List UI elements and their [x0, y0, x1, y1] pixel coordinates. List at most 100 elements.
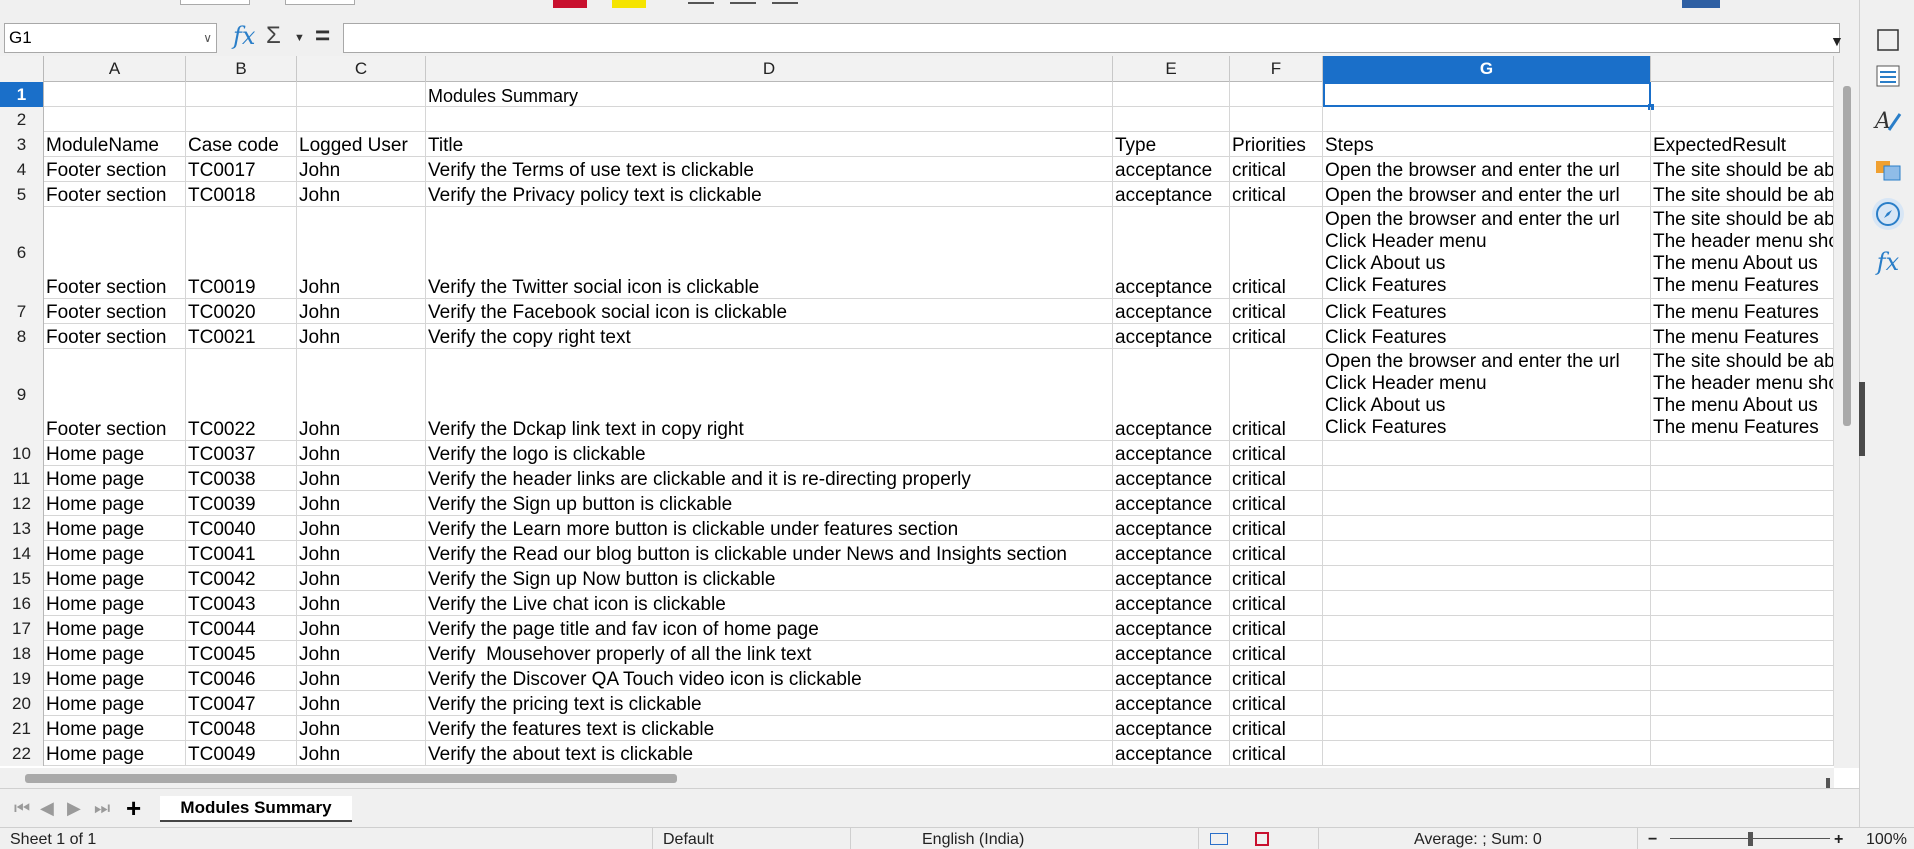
cell-c18[interactable]: John	[297, 641, 426, 666]
cell-b20[interactable]: TC0047	[186, 691, 297, 716]
cell-e2[interactable]	[1113, 107, 1230, 132]
name-box[interactable]: G1 ∨	[4, 23, 217, 53]
cell-d16[interactable]: Verify the Live chat icon is clickable	[426, 591, 1113, 616]
cell-c19[interactable]: John	[297, 666, 426, 691]
cell-d14[interactable]: Verify the Read our blog button is click…	[426, 541, 1113, 566]
cell-b16[interactable]: TC0043	[186, 591, 297, 616]
scroll-thumb[interactable]	[1843, 86, 1851, 426]
cell-f10[interactable]: critical	[1230, 441, 1323, 466]
cell-a20[interactable]: Home page	[44, 691, 186, 716]
cell-f16[interactable]: critical	[1230, 591, 1323, 616]
row-header[interactable]: 7	[0, 299, 44, 324]
cell-e3[interactable]: Type	[1113, 132, 1230, 157]
cell-g3[interactable]: Steps	[1323, 132, 1651, 157]
cell-f19[interactable]: critical	[1230, 666, 1323, 691]
zoom-level[interactable]: 100%	[1866, 831, 1907, 849]
cell-h16[interactable]	[1651, 591, 1834, 616]
cell-c8[interactable]: John	[297, 324, 426, 349]
cell-f4[interactable]: critical	[1230, 157, 1323, 182]
cell-b10[interactable]: TC0037	[186, 441, 297, 466]
row-header[interactable]: 20	[0, 691, 44, 716]
column-header-g[interactable]: G	[1323, 56, 1651, 82]
cell-h8[interactable]: The menu Features	[1651, 324, 1834, 349]
cell-f20[interactable]: critical	[1230, 691, 1323, 716]
cell-c2[interactable]	[297, 107, 426, 132]
cell-e6[interactable]: acceptance	[1113, 207, 1230, 299]
cell-e11[interactable]: acceptance	[1113, 466, 1230, 491]
cell-b3[interactable]: Case code	[186, 132, 297, 157]
cell-d21[interactable]: Verify the features text is clickable	[426, 716, 1113, 741]
cell-a6[interactable]: Footer section	[44, 207, 186, 299]
expand-formula-icon[interactable]: ▼	[1830, 33, 1844, 49]
cell-b8[interactable]: TC0021	[186, 324, 297, 349]
cell-b11[interactable]: TC0038	[186, 466, 297, 491]
cell-e4[interactable]: acceptance	[1113, 157, 1230, 182]
cell-b7[interactable]: TC0020	[186, 299, 297, 324]
cell-f8[interactable]: critical	[1230, 324, 1323, 349]
cell-e19[interactable]: acceptance	[1113, 666, 1230, 691]
row-header[interactable]: 8	[0, 324, 44, 349]
cell-g15[interactable]	[1323, 566, 1651, 591]
styles-icon[interactable]: A	[1872, 105, 1904, 137]
zoom-out-icon[interactable]: −	[1648, 831, 1657, 849]
column-header-h[interactable]	[1651, 56, 1834, 82]
cell-g22[interactable]	[1323, 741, 1651, 766]
cell-a16[interactable]: Home page	[44, 591, 186, 616]
chevron-down-icon[interactable]: ▼	[294, 32, 305, 44]
align-right-icon[interactable]	[772, 0, 798, 4]
cell-a3[interactable]: ModuleName	[44, 132, 186, 157]
first-sheet-icon[interactable]: ⏮	[14, 798, 30, 819]
formula-icon[interactable]: =	[315, 20, 330, 51]
column-header-f[interactable]: F	[1230, 56, 1323, 82]
cell-c1[interactable]	[297, 82, 426, 107]
chevron-down-icon[interactable]: ∨	[203, 24, 212, 52]
cell-d17[interactable]: Verify the page title and fav icon of ho…	[426, 616, 1113, 641]
cell-c5[interactable]: John	[297, 182, 426, 207]
cell-a22[interactable]: Home page	[44, 741, 186, 766]
cell-c10[interactable]: John	[297, 441, 426, 466]
cell-d11[interactable]: Verify the header links are clickable an…	[426, 466, 1113, 491]
navigator-icon[interactable]	[1872, 198, 1904, 230]
cell-c13[interactable]: John	[297, 516, 426, 541]
row-header[interactable]: 18	[0, 641, 44, 666]
border-color-icon[interactable]	[1682, 0, 1720, 8]
cell-b1[interactable]	[186, 82, 297, 107]
cell-f18[interactable]: critical	[1230, 641, 1323, 666]
row-header[interactable]: 6	[0, 207, 44, 299]
cell-c16[interactable]: John	[297, 591, 426, 616]
cell-d8[interactable]: Verify the copy right text	[426, 324, 1113, 349]
cell-d18[interactable]: Verify Mousehover properly of all the li…	[426, 641, 1113, 666]
cell-a10[interactable]: Home page	[44, 441, 186, 466]
cell-a9[interactable]: Footer section	[44, 349, 186, 441]
cell-h9[interactable]: The site should be able to openThe heade…	[1651, 349, 1834, 441]
cell-b14[interactable]: TC0041	[186, 541, 297, 566]
cell-g18[interactable]	[1323, 641, 1651, 666]
cell-d5[interactable]: Verify the Privacy policy text is clicka…	[426, 182, 1113, 207]
cell-f14[interactable]: critical	[1230, 541, 1323, 566]
cell-g21[interactable]	[1323, 716, 1651, 741]
cell-a1[interactable]	[44, 82, 186, 107]
cell-g20[interactable]	[1323, 691, 1651, 716]
cell-e22[interactable]: acceptance	[1113, 741, 1230, 766]
cell-d19[interactable]: Verify the Discover QA Touch video icon …	[426, 666, 1113, 691]
cell-c7[interactable]: John	[297, 299, 426, 324]
cell-c15[interactable]: John	[297, 566, 426, 591]
align-left-icon[interactable]	[688, 0, 714, 4]
cell-a11[interactable]: Home page	[44, 466, 186, 491]
cell-f7[interactable]: critical	[1230, 299, 1323, 324]
cell-c6[interactable]: John	[297, 207, 426, 299]
column-header-b[interactable]: B	[186, 56, 297, 82]
zoom-in-icon[interactable]: +	[1834, 831, 1843, 849]
cell-h17[interactable]	[1651, 616, 1834, 641]
cell-a7[interactable]: Footer section	[44, 299, 186, 324]
row-header[interactable]: 11	[0, 466, 44, 491]
cell-h11[interactable]	[1651, 466, 1834, 491]
row-header[interactable]: 1	[0, 82, 44, 107]
cell-a2[interactable]	[44, 107, 186, 132]
cell-d4[interactable]: Verify the Terms of use text is clickabl…	[426, 157, 1113, 182]
row-header[interactable]: 14	[0, 541, 44, 566]
cell-e1[interactable]	[1113, 82, 1230, 107]
cell-h2[interactable]	[1651, 107, 1834, 132]
column-header-c[interactable]: C	[297, 56, 426, 82]
cell-b22[interactable]: TC0049	[186, 741, 297, 766]
